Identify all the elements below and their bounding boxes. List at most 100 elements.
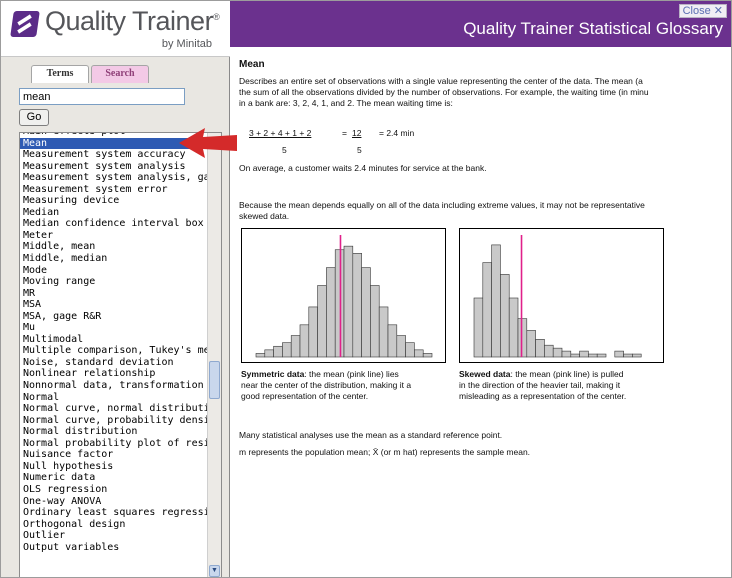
term-list-item[interactable]: Normal distribution (20, 426, 209, 438)
go-button[interactable]: Go (19, 109, 49, 126)
term-list-item[interactable]: Multimodal (20, 334, 209, 346)
term-list-item[interactable]: OLS regression (20, 484, 209, 496)
histogram-bar (317, 285, 327, 358)
logo-title: Quality Trainer (45, 6, 214, 36)
histogram-bar (517, 318, 528, 358)
extreme-values-line-2: skewed data. (239, 211, 290, 221)
term-list-item[interactable]: Orthogonal design (20, 519, 209, 531)
histogram-bar (255, 353, 266, 358)
histogram-bar (632, 353, 642, 358)
term-list-item[interactable]: MR (20, 288, 209, 300)
definition-line-2: the sum of all the observations divided … (239, 87, 649, 97)
term-list-item[interactable]: Meter (20, 230, 209, 242)
symmetric-caption-l2: near the center of the distribution, mak… (241, 380, 412, 390)
histogram-bar (290, 335, 301, 358)
term-list-item[interactable]: One-way ANOVA (20, 496, 209, 508)
histogram-bar (482, 262, 492, 358)
term-list-item[interactable]: Numeric data (20, 472, 209, 484)
left-pane: Quality Trainer® by Minitab Terms Search… (1, 1, 230, 577)
symmetric-caption-l3: good representation of the center. (241, 391, 369, 401)
extreme-values-line-1: Because the mean depends equally on all … (239, 200, 645, 210)
skewed-caption-l3: misleading as a representation of the ce… (459, 391, 627, 401)
histogram-bar (623, 353, 633, 358)
term-list-item[interactable]: Median (20, 207, 209, 219)
term-list-item[interactable]: Normal curve, probability density (20, 415, 209, 427)
histogram-bar (552, 347, 563, 358)
registered-mark: ® (213, 12, 220, 22)
histogram-bar (396, 335, 406, 358)
term-list-item[interactable]: Ordinary least squares regression (20, 507, 209, 519)
histogram-bar (273, 345, 283, 358)
skewed-histogram-svg (473, 235, 642, 358)
histogram-bar (544, 344, 554, 358)
term-list-item[interactable]: Middle, mean (20, 241, 209, 253)
term-list-item[interactable]: Nonnormal data, transformation (20, 380, 209, 392)
term-list-item[interactable]: Null hypothesis (20, 461, 209, 473)
term-list: Main effects plotMeanMeasurement system … (20, 133, 209, 554)
skewed-histogram (459, 228, 664, 363)
term-list-item[interactable]: Nonlinear relationship (20, 368, 209, 380)
histogram-bar (500, 274, 510, 358)
symmetric-histogram-svg (255, 235, 433, 358)
term-list-item[interactable]: Measuring device (20, 195, 209, 207)
tab-terms[interactable]: Terms (31, 65, 89, 83)
close-button[interactable]: Close ✕ (678, 4, 727, 18)
term-list-item[interactable]: Moving range (20, 276, 209, 288)
histogram-bar (264, 349, 274, 358)
quality-trainer-logo: Quality Trainer® by Minitab (1, 1, 230, 57)
term-list-box[interactable]: Main effects plotMeanMeasurement system … (19, 132, 222, 577)
scroll-thumb[interactable] (209, 361, 220, 399)
formula-result: = 2.4 min (379, 128, 415, 138)
histogram-bar (473, 297, 484, 358)
scroll-down-icon[interactable]: ▼ (209, 565, 220, 577)
histogram-bar (299, 324, 310, 358)
term-list-item[interactable]: Nuisance factor (20, 449, 209, 461)
histogram-bar (326, 267, 336, 358)
term-list-item[interactable]: MSA (20, 299, 209, 311)
term-list-item[interactable]: Normal (20, 392, 209, 404)
notation-text: m represents the population mean; X̄ (or… (239, 447, 531, 457)
term-list-item[interactable]: Mu (20, 322, 209, 334)
term-list-scrollbar[interactable]: ▼ (207, 133, 221, 577)
term-list-item[interactable]: Middle, median (20, 253, 209, 265)
histogram-bar (387, 324, 398, 358)
term-list-item[interactable]: Normal probability plot of residual (20, 438, 209, 450)
histogram-bar (526, 330, 536, 358)
term-list-item[interactable]: Measurement system analysis, ga (20, 172, 209, 184)
histogram-bar (535, 339, 545, 358)
histogram-bar (343, 245, 354, 358)
term-list-item[interactable]: Median confidence interval box (20, 218, 209, 230)
symmetric-histogram (241, 228, 446, 363)
histogram-bar (579, 350, 589, 358)
term-list-item[interactable]: Output variables (20, 542, 209, 554)
histogram-bar (491, 244, 501, 358)
symmetric-caption-l1: : the mean (pink line) lies (304, 369, 399, 379)
histogram-bar (370, 285, 380, 358)
term-list-item[interactable]: MSA, gage R&R (20, 311, 209, 323)
histogram-bar (596, 353, 607, 358)
histogram-bar (308, 306, 318, 358)
symmetric-caption: Symmetric data: the mean (pink line) lie… (241, 369, 451, 402)
histogram-bar (405, 342, 415, 358)
tab-search[interactable]: Search (91, 65, 149, 83)
term-list-item[interactable]: Multiple comparison, Tukey's metl (20, 345, 209, 357)
term-list-item[interactable]: Measurement system error (20, 184, 209, 196)
glossary-header: Quality Trainer Statistical Glossary Clo… (230, 1, 731, 47)
red-arrow-icon (179, 128, 237, 158)
definition-line-1: Describes an entire set of observations … (239, 76, 643, 86)
term-list-item[interactable]: Mode (20, 265, 209, 277)
histogram-bar (378, 306, 389, 358)
skewed-caption-bold: Skewed data (459, 369, 511, 379)
term-list-item[interactable]: Noise, standard deviation (20, 357, 209, 369)
histogram-bar (570, 353, 580, 358)
search-input[interactable] (19, 88, 185, 105)
symmetric-caption-bold: Symmetric data (241, 369, 305, 379)
reference-point-text: Many statistical analyses use the mean a… (239, 430, 503, 440)
term-list-item[interactable]: Normal curve, normal distribution (20, 403, 209, 415)
histogram-bar (508, 297, 519, 358)
histogram-bar (588, 353, 598, 358)
formula-equals: = (342, 128, 347, 138)
term-list-item[interactable]: Outlier (20, 530, 209, 542)
histogram-bar (561, 350, 572, 358)
skewed-caption-l2: in the direction of the heavier tail, ma… (459, 380, 621, 390)
